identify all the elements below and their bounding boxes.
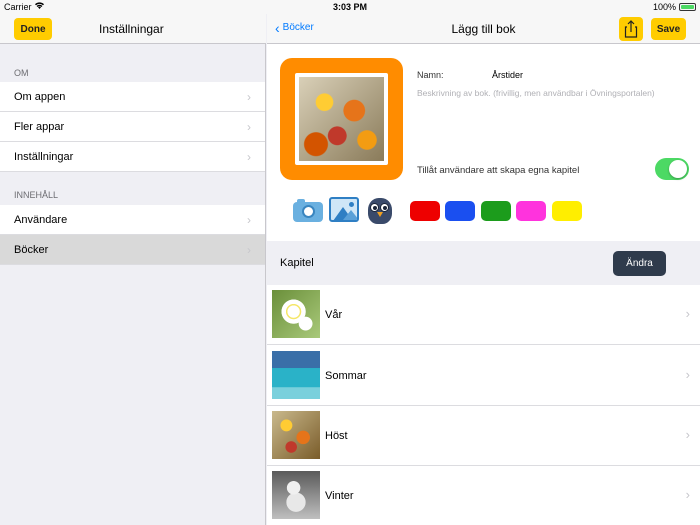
owl-icon[interactable] [366,196,394,224]
custom-chapters-toggle[interactable] [655,158,689,180]
chapter-label: Vinter [325,490,354,502]
share-icon [624,20,638,38]
master-title: Inställningar [99,22,164,36]
status-bar: Carrier 3:03 PM 100% [0,0,700,14]
book-cover[interactable] [280,58,403,180]
cover-image-frame [295,73,388,165]
menu-item-anvandare[interactable]: Användare › [0,205,265,235]
chapter-thumbnail [272,351,320,399]
chapters-title: Kapitel [280,257,314,269]
cover-photo [299,77,384,161]
section-header-innehall: INNEHÅLL [14,190,59,200]
menu-item-bocker[interactable]: Böcker › [0,235,265,265]
name-label: Namn: [417,70,444,80]
edit-chapters-button[interactable]: Ändra [613,251,666,276]
menu-item-om-appen[interactable]: Om appen › [0,82,265,112]
chapter-row-vinter[interactable]: Vinter › [267,466,700,525]
color-swatch-green[interactable] [481,201,511,221]
chevron-right-icon: › [685,367,690,382]
color-swatch-blue[interactable] [445,201,475,221]
chevron-right-icon: › [247,150,251,164]
color-swatch-pink[interactable] [516,201,546,221]
image-icon[interactable] [328,196,359,222]
battery-icon [679,3,696,11]
add-book-detail-pane: ‹ Böcker Lägg till bok Save Namn: Årstid… [267,14,700,525]
battery-percent: 100% [652,2,676,12]
chevron-right-icon: › [247,120,251,134]
settings-master-pane: Done Inställningar OM Om appen › Fler ap… [0,14,266,525]
chapter-thumbnail [272,411,320,459]
chevron-right-icon: › [247,213,251,227]
menu-item-label: Användare [14,213,68,226]
chapter-thumbnail [272,290,320,338]
custom-chapters-label: Tillåt användare att skapa egna kapitel [417,165,580,176]
share-button[interactable] [619,17,643,41]
detail-nav-bar: ‹ Böcker Lägg till bok Save [267,14,700,44]
chapter-row-host[interactable]: Höst › [267,406,700,466]
camera-icon[interactable] [293,196,323,222]
chapters-header: Kapitel Ändra [267,241,700,285]
save-button[interactable]: Save [651,18,686,40]
chapter-row-sommar[interactable]: Sommar › [267,346,700,406]
name-field[interactable]: Årstider [492,70,523,80]
chevron-right-icon: › [247,243,251,257]
section-header-om: OM [14,68,29,78]
chevron-right-icon: › [685,487,690,502]
menu-item-label: Inställningar [14,150,74,163]
chevron-right-icon: › [685,427,690,442]
chapter-label: Höst [325,430,348,442]
description-field[interactable]: Beskrivning av bok. (frivillig, men anvä… [417,88,677,99]
menu-item-label: Fler appar [14,120,65,133]
chapter-thumbnail [272,471,320,519]
menu-item-label: Böcker [14,243,49,256]
chapter-label: Sommar [325,370,367,382]
chevron-right-icon: › [685,306,690,321]
menu-item-fler-appar[interactable]: Fler appar › [0,112,265,142]
master-nav-bar: Done Inställningar [0,14,266,44]
color-swatch-red[interactable] [410,201,440,221]
chevron-right-icon: › [247,90,251,104]
done-button[interactable]: Done [14,18,52,40]
color-swatch-yellow[interactable] [552,201,582,221]
chapter-row-var[interactable]: Vår › [267,285,700,345]
menu-item-installningar[interactable]: Inställningar › [0,142,265,172]
status-time: 3:03 PM [332,2,367,12]
chapter-label: Vår [325,309,343,321]
menu-item-label: Om appen [14,90,66,103]
toggle-knob [669,160,687,178]
